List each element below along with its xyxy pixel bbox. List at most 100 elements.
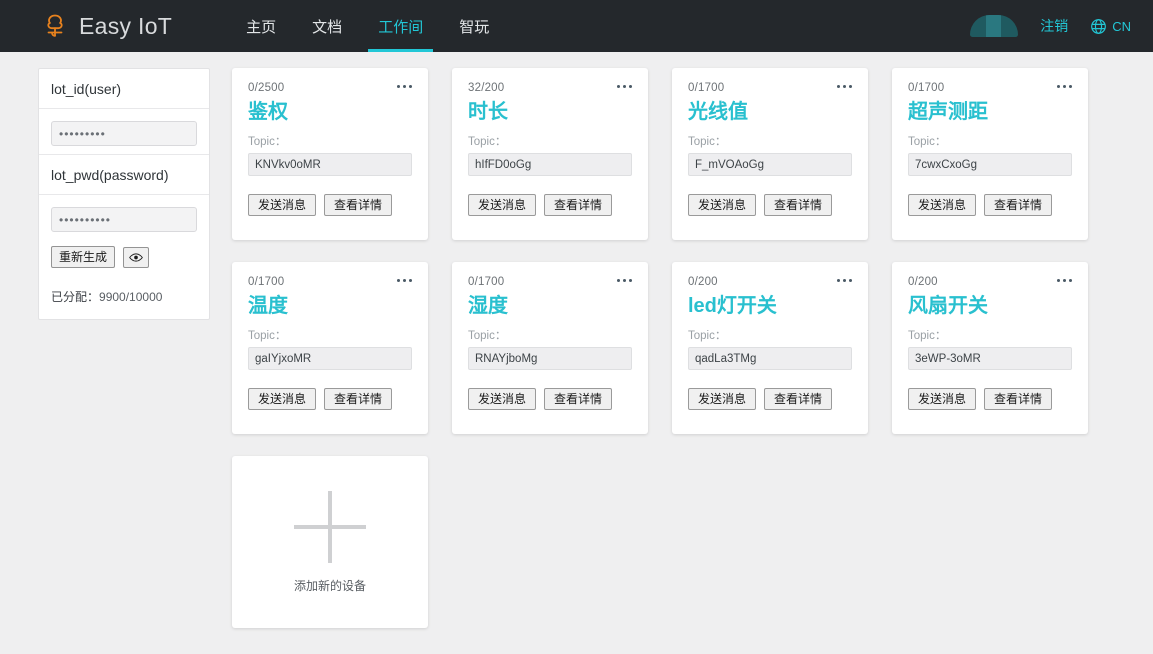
topic-label: Topic： <box>688 136 727 148</box>
device-title: 鉴权 <box>248 101 288 123</box>
nav-item-docs[interactable]: 文档 <box>294 0 360 52</box>
topic-label: Topic： <box>688 330 727 342</box>
topic-label: Topic： <box>468 136 507 148</box>
card-header: 0/200 <box>688 276 852 288</box>
topic-input[interactable] <box>688 153 852 176</box>
view-details-button[interactable]: 查看详情 <box>764 194 833 216</box>
card-header: 0/1700 <box>908 82 1072 94</box>
device-title: 风扇开关 <box>908 295 988 317</box>
topic-input[interactable] <box>248 153 412 176</box>
regenerate-button[interactable]: 重新生成 <box>51 246 116 268</box>
logout-button[interactable]: 注销 <box>1040 16 1068 36</box>
more-options-icon[interactable] <box>617 276 632 282</box>
card-actions: 发送消息 查看详情 <box>248 388 412 410</box>
device-title: led灯开关 <box>688 295 777 317</box>
device-card: 0/200 led灯开关 Topic： 发送消息 查看详情 <box>672 262 868 434</box>
nav-item-workspace[interactable]: 工作间 <box>360 0 441 52</box>
send-message-button[interactable]: 发送消息 <box>688 194 757 216</box>
message-quota: 0/1700 <box>688 82 725 94</box>
device-card: 0/1700 温度 Topic： 发送消息 查看详情 <box>232 262 428 434</box>
device-card: 32/200 时长 Topic： 发送消息 查看详情 <box>452 68 648 240</box>
device-card: 0/1700 超声测距 Topic： 发送消息 查看详情 <box>892 68 1088 240</box>
send-message-button[interactable]: 发送消息 <box>688 388 757 410</box>
device-title: 光线值 <box>688 101 748 123</box>
topic-label: Topic： <box>248 330 287 342</box>
card-header: 0/1700 <box>248 276 412 288</box>
topic-input[interactable] <box>468 153 632 176</box>
topic-label: Topic： <box>248 136 287 148</box>
topic-label: Topic： <box>468 330 507 342</box>
device-card: 0/1700 湿度 Topic： 发送消息 查看详情 <box>452 262 648 434</box>
more-options-icon[interactable] <box>617 82 632 88</box>
iot-pwd-label: lot_pwd(password) <box>39 155 209 195</box>
allocation-value: 9900/10000 <box>99 290 163 304</box>
nav-right-group: 注销 CN <box>970 15 1131 37</box>
device-card: 0/2500 鉴权 Topic： 发送消息 查看详情 <box>232 68 428 240</box>
device-title: 湿度 <box>468 295 508 317</box>
credentials-actions: 重新生成 <box>51 246 197 268</box>
tree-logo-icon <box>40 11 70 41</box>
card-actions: 发送消息 查看详情 <box>688 194 852 216</box>
topic-input[interactable] <box>908 347 1072 370</box>
user-avatar[interactable] <box>970 15 1019 37</box>
card-actions: 发送消息 查看详情 <box>248 194 412 216</box>
device-title: 时长 <box>468 101 508 123</box>
brand[interactable]: Easy IoT <box>40 11 172 41</box>
card-header: 0/1700 <box>688 82 852 94</box>
add-device-label: 添加新的设备 <box>293 578 366 593</box>
message-quota: 0/2500 <box>248 82 285 94</box>
iot-pwd-input[interactable] <box>51 207 197 232</box>
more-options-icon[interactable] <box>1057 82 1072 88</box>
device-grid: 0/2500 鉴权 Topic： 发送消息 查看详情 32/200 时长 Top… <box>232 68 1088 628</box>
message-quota: 0/1700 <box>468 276 505 288</box>
view-details-button[interactable]: 查看详情 <box>324 388 393 410</box>
message-quota: 0/200 <box>688 276 718 288</box>
plus-icon <box>294 490 366 563</box>
globe-icon <box>1090 18 1107 35</box>
card-header: 32/200 <box>468 82 632 94</box>
iot-id-body <box>39 109 209 155</box>
send-message-button[interactable]: 发送消息 <box>468 194 537 216</box>
send-message-button[interactable]: 发送消息 <box>248 194 317 216</box>
message-quota: 0/200 <box>908 276 938 288</box>
brand-name: Easy IoT <box>79 12 173 39</box>
topic-input[interactable] <box>468 347 632 370</box>
eye-icon <box>129 252 143 263</box>
top-navbar: Easy IoT 主页 文档 工作间 智玩 注销 CN <box>0 0 1153 52</box>
more-options-icon[interactable] <box>397 276 412 282</box>
iot-id-label: lot_id(user) <box>39 69 209 109</box>
allocation-info: 已分配：9900/10000 <box>51 288 197 305</box>
view-details-button[interactable]: 查看详情 <box>764 388 833 410</box>
more-options-icon[interactable] <box>397 82 412 88</box>
nav-item-play[interactable]: 智玩 <box>441 0 507 52</box>
more-options-icon[interactable] <box>837 276 852 282</box>
view-details-button[interactable]: 查看详情 <box>984 194 1053 216</box>
language-switcher[interactable]: CN <box>1090 18 1131 35</box>
view-details-button[interactable]: 查看详情 <box>544 388 613 410</box>
view-details-button[interactable]: 查看详情 <box>984 388 1053 410</box>
device-title: 温度 <box>248 295 288 317</box>
view-details-button[interactable]: 查看详情 <box>544 194 613 216</box>
allocation-label: 已分配： <box>51 290 100 304</box>
send-message-button[interactable]: 发送消息 <box>908 388 977 410</box>
send-message-button[interactable]: 发送消息 <box>468 388 537 410</box>
device-card: 0/200 风扇开关 Topic： 发送消息 查看详情 <box>892 262 1088 434</box>
iot-pwd-body: 重新生成 已分配：9900/10000 <box>39 195 209 319</box>
add-device-card[interactable]: 添加新的设备 <box>232 456 428 628</box>
topic-label: Topic： <box>908 136 947 148</box>
more-options-icon[interactable] <box>837 82 852 88</box>
send-message-button[interactable]: 发送消息 <box>908 194 977 216</box>
message-quota: 0/1700 <box>248 276 285 288</box>
page-body: lot_id(user) lot_pwd(password) 重新生成 <box>0 52 1153 628</box>
nav-item-home[interactable]: 主页 <box>228 0 294 52</box>
topic-input[interactable] <box>688 347 852 370</box>
toggle-password-visibility-button[interactable] <box>123 246 150 268</box>
more-options-icon[interactable] <box>1057 276 1072 282</box>
topic-input[interactable] <box>908 153 1072 176</box>
send-message-button[interactable]: 发送消息 <box>248 388 317 410</box>
iot-id-input[interactable] <box>51 121 197 146</box>
card-header: 0/1700 <box>468 276 632 288</box>
topic-input[interactable] <box>248 347 412 370</box>
view-details-button[interactable]: 查看详情 <box>324 194 393 216</box>
card-actions: 发送消息 查看详情 <box>908 194 1072 216</box>
